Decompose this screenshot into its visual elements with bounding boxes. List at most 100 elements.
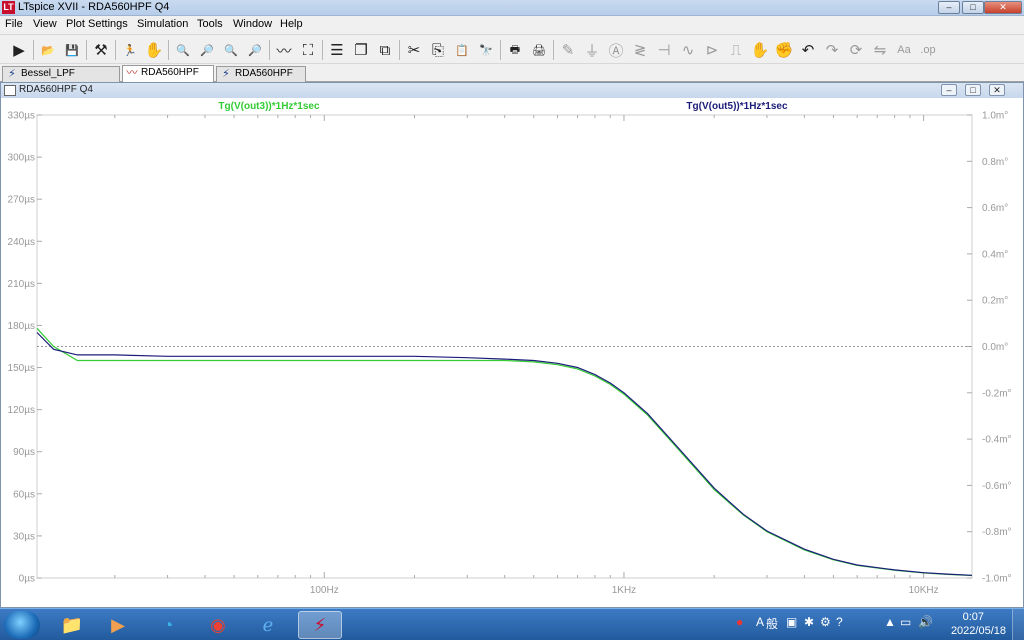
resistor-icon[interactable]: ≷ bbox=[629, 39, 651, 61]
tray-settings-icon[interactable]: ✱ bbox=[804, 615, 814, 629]
draw-wire-pencil-icon[interactable]: ✎ bbox=[557, 39, 579, 61]
toolbar-separator bbox=[86, 40, 87, 60]
zoom-in-icon[interactable]: 🔍 bbox=[172, 39, 194, 61]
chrome-browser-icon[interactable]: ◉ bbox=[196, 611, 240, 639]
y-left-tick-label: 60µs bbox=[13, 489, 35, 500]
cut-scissors-icon[interactable]: ✂ bbox=[403, 39, 425, 61]
close-button[interactable]: ✕ bbox=[984, 1, 1022, 14]
save-icon[interactable]: 💾 bbox=[61, 39, 83, 61]
component-icon[interactable]: ⎍ bbox=[725, 39, 747, 61]
rotate-icon[interactable]: ⟳ bbox=[845, 39, 867, 61]
copy-icon[interactable]: ⎘ bbox=[427, 39, 449, 61]
drag-hand-icon[interactable]: ✊ bbox=[773, 39, 795, 61]
cascade-windows-icon[interactable]: ❐ bbox=[350, 39, 372, 61]
ime-label[interactable]: 般 bbox=[766, 615, 778, 632]
menu-window[interactable]: Window bbox=[233, 18, 272, 30]
tab-rda560hpf-schematic[interactable]: ⚡ RDA560HPF Q4 bbox=[216, 66, 306, 93]
print-icon[interactable]: 🖨 bbox=[528, 39, 550, 61]
autorange-plot-icon[interactable]: 〰 bbox=[273, 39, 295, 61]
y-left-tick-label: 300µs bbox=[8, 153, 35, 164]
capacitor-icon[interactable]: ⊣ bbox=[653, 39, 675, 61]
internet-explorer-icon[interactable]: ℯ bbox=[246, 611, 290, 639]
window-titlebar: LT LTspice XVII - RDA560HPF Q4 ‒ □ ✕ bbox=[0, 0, 1024, 16]
y-left-tick-label: 30µs bbox=[13, 531, 35, 542]
toolbar-separator bbox=[322, 40, 323, 60]
y-left-tick-label: 120µs bbox=[8, 405, 35, 416]
tray-toolbox-icon[interactable]: ▣ bbox=[786, 615, 797, 629]
halt-run-icon[interactable]: 🏃 bbox=[119, 39, 141, 61]
trace-label-out5[interactable]: Tg(V(out5))*1Hz*1sec bbox=[686, 101, 788, 112]
display-icon[interactable]: ▭ bbox=[900, 615, 911, 629]
open-folder-icon[interactable]: 📂 bbox=[37, 39, 59, 61]
y-left-tick-label: 330µs bbox=[8, 111, 35, 122]
maximize-button[interactable]: □ bbox=[962, 1, 984, 14]
menubar: File View Plot Settings Simulation Tools… bbox=[0, 16, 1024, 34]
pan-hand-icon[interactable]: ✋ bbox=[143, 39, 165, 61]
media-player-icon[interactable]: ▶ bbox=[96, 611, 140, 639]
diode-icon[interactable]: ⊳ bbox=[701, 39, 723, 61]
volume-icon[interactable]: 🔊 bbox=[918, 615, 933, 629]
menu-file[interactable]: File bbox=[5, 18, 23, 30]
minimize-button[interactable]: ‒ bbox=[938, 1, 960, 14]
mark-plot-icon[interactable]: ⛶ bbox=[297, 39, 319, 61]
move-hand-icon[interactable]: ✋ bbox=[749, 39, 771, 61]
ime-mode-indicator[interactable]: A bbox=[756, 615, 764, 629]
zoom-out-icon[interactable]: 🔍 bbox=[220, 39, 242, 61]
menu-help[interactable]: Help bbox=[280, 18, 303, 30]
close-windows-icon[interactable]: ⧉ bbox=[374, 39, 396, 61]
ground-icon[interactable]: ⏚ bbox=[581, 39, 603, 61]
x-tick-label: 100Hz bbox=[310, 585, 339, 596]
spice-directive-op-icon[interactable]: .op bbox=[917, 39, 939, 61]
tray-network-icon[interactable]: ⚙ bbox=[820, 615, 831, 629]
menu-view[interactable]: View bbox=[33, 18, 57, 30]
edge-browser-icon[interactable]: ◔ bbox=[146, 611, 190, 639]
waveform-window: RDA560HPF Q4 ‒ □ ✕ 100Hz 1KHz 10KHz 0µs 30µs… bbox=[0, 82, 1024, 608]
x-tick-label: 10KHz bbox=[909, 585, 939, 596]
y-left-tick-label: 180µs bbox=[8, 321, 35, 332]
tab-rda560hpf-waveform[interactable]: 〰 RDA560HPF Q4 bbox=[122, 65, 214, 92]
y-left-tick-label: 270µs bbox=[8, 195, 35, 206]
y-left-tick-label: 90µs bbox=[13, 447, 35, 458]
menu-tools[interactable]: Tools bbox=[197, 18, 223, 30]
toolbar-separator bbox=[553, 40, 554, 60]
clock-time[interactable]: 0:07 bbox=[963, 611, 984, 623]
tray-expand-icon[interactable]: ▲ bbox=[884, 615, 896, 629]
inductor-icon[interactable]: ∿ bbox=[677, 39, 699, 61]
undo-icon[interactable]: ↶ bbox=[797, 39, 819, 61]
waveform-plot[interactable]: 100Hz 1KHz 10KHz 0µs 30µs 60µs 90µs 120µs 150µs 1… bbox=[1, 98, 1023, 607]
paste-icon[interactable]: 📋 bbox=[451, 39, 473, 61]
label-net-icon[interactable]: Ⓐ bbox=[605, 39, 627, 61]
tray-security-icon[interactable]: ● bbox=[736, 615, 743, 629]
ltspice-logo-icon[interactable]: LT bbox=[2, 1, 15, 14]
show-desktop-button[interactable] bbox=[1012, 609, 1024, 640]
help-icon[interactable]: ? bbox=[836, 615, 843, 629]
y-right-tick-label: -0.8m° bbox=[982, 527, 1012, 538]
menu-plot-settings[interactable]: Plot Settings bbox=[66, 18, 128, 30]
tab-bessel-lpf[interactable]: ⚡ Bessel_LPF 2468HPF2 bbox=[2, 66, 120, 93]
waveform-icon: 〰 bbox=[126, 67, 138, 79]
waveform-window-title: RDA560HPF Q4 bbox=[19, 84, 93, 95]
start-button[interactable] bbox=[4, 611, 40, 639]
control-panel-hammer-icon[interactable]: ⚒ bbox=[90, 39, 112, 61]
mdi-maximize-button[interactable]: □ bbox=[965, 84, 981, 96]
menu-simulation[interactable]: Simulation bbox=[137, 18, 188, 30]
mirror-icon[interactable]: ⇋ bbox=[869, 39, 891, 61]
mdi-minimize-button[interactable]: ‒ bbox=[941, 84, 957, 96]
text-aa-icon[interactable]: Aa bbox=[893, 39, 915, 61]
y-right-tick-label: 0.2m° bbox=[982, 296, 1008, 307]
clock-date[interactable]: 2022/05/18 bbox=[951, 625, 1006, 637]
zoom-area-icon[interactable]: 🔎 bbox=[196, 39, 218, 61]
run-icon[interactable]: ▶ bbox=[8, 39, 30, 61]
mdi-close-button[interactable]: ✕ bbox=[989, 84, 1005, 96]
ltspice-app-icon[interactable]: ⚡ bbox=[298, 611, 342, 639]
redo-icon[interactable]: ↷ bbox=[821, 39, 843, 61]
print-preview-icon[interactable]: 🖶 bbox=[504, 39, 526, 61]
y-right-tick-label: -0.2m° bbox=[982, 388, 1012, 399]
file-explorer-icon[interactable]: 📁 bbox=[50, 611, 94, 639]
tile-horizontal-icon[interactable]: ☰ bbox=[326, 39, 348, 61]
zoom-fit-icon[interactable]: 🔎 bbox=[244, 39, 266, 61]
find-binoculars-icon[interactable]: 🔭 bbox=[475, 39, 497, 61]
trace-label-out3[interactable]: Tg(V(out3))*1Hz*1sec bbox=[218, 101, 320, 112]
y-right-tick-label: 1.0m° bbox=[982, 111, 1008, 122]
y-right-tick-label: 0.8m° bbox=[982, 157, 1008, 168]
